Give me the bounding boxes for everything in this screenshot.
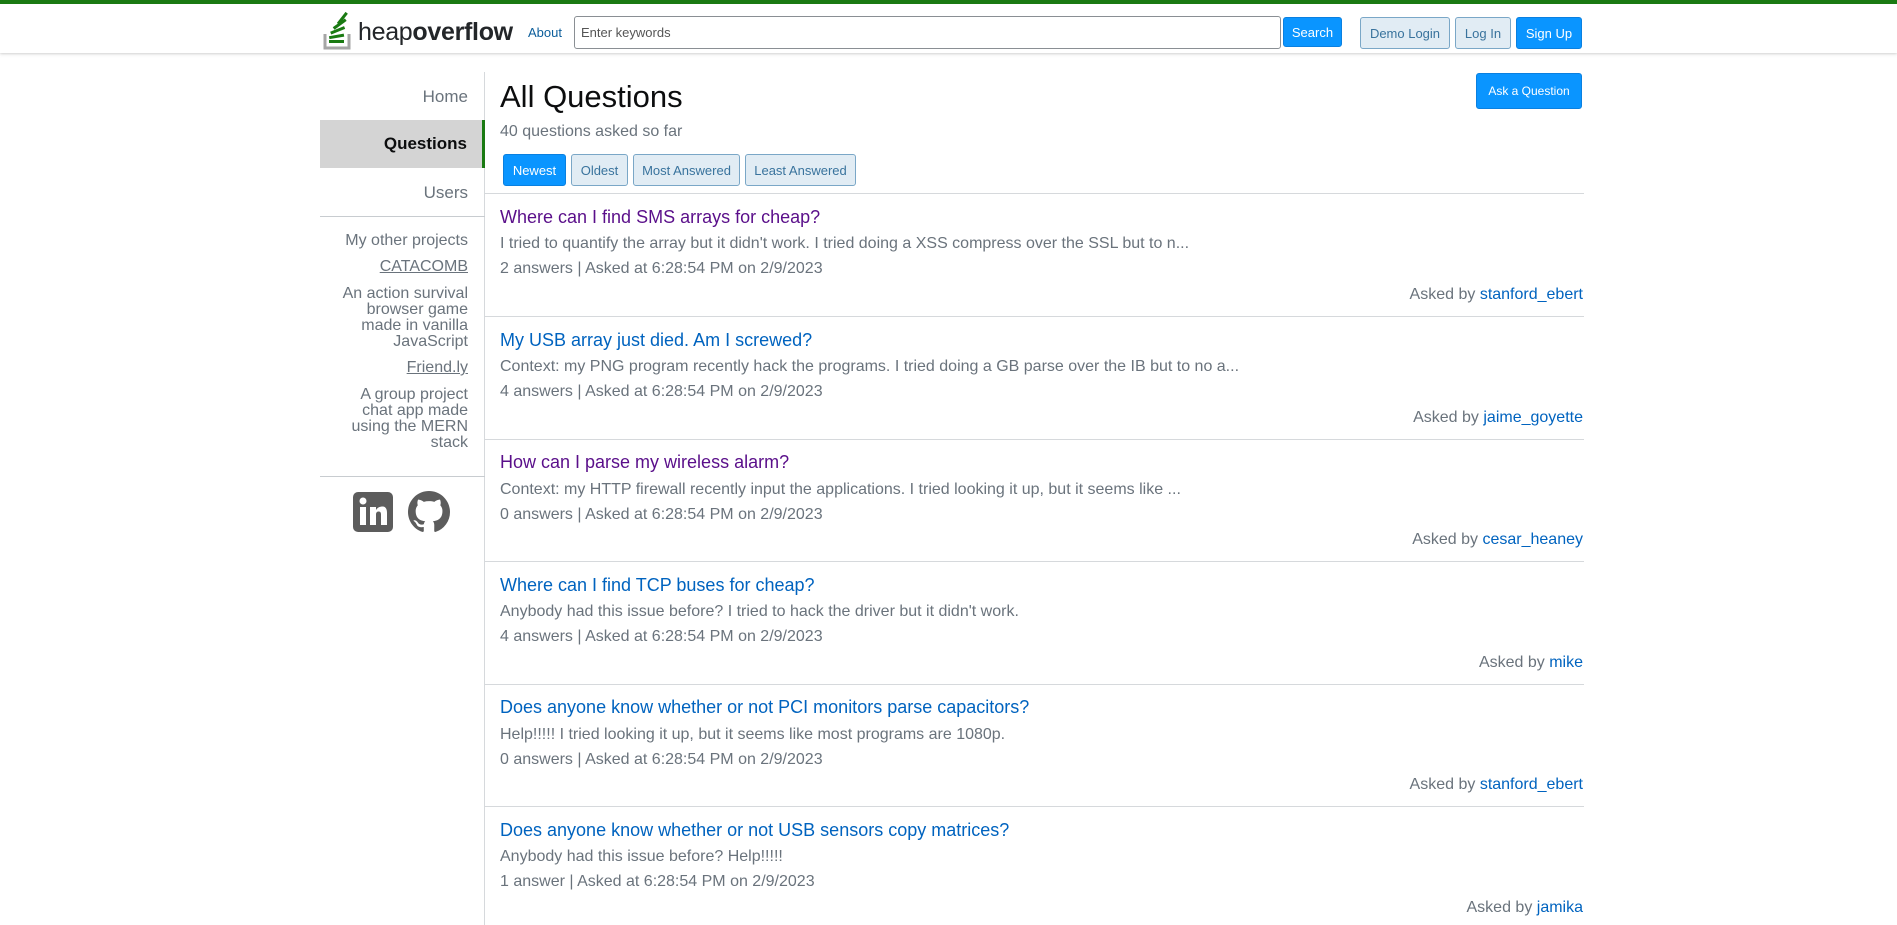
question-meta: 0 answers | Asked at 6:28:54 PM on 2/9/2… <box>500 506 823 523</box>
question-title-link[interactable]: Does anyone know whether or not PCI moni… <box>500 697 1029 718</box>
list-divider <box>485 806 1584 807</box>
tab-most-answered[interactable]: Most Answered <box>633 154 740 186</box>
question-count: 40 questions asked so far <box>500 123 683 140</box>
linkedin-icon[interactable] <box>352 491 394 538</box>
github-icon[interactable] <box>408 491 450 538</box>
projects-heading: My other projects <box>345 232 468 249</box>
asked-by: Asked by jaime_goyette <box>1413 409 1583 426</box>
project-description: An action survival browser game made in … <box>342 285 468 350</box>
sidebar-item-label: Questions <box>383 134 467 153</box>
demo-login-button[interactable]: Demo Login <box>1360 17 1450 49</box>
top-bar: heapoverflow About Search Demo Login Log… <box>0 0 1897 53</box>
question-excerpt: Context: my PNG program recently hack th… <box>500 358 1240 375</box>
asked-by: Asked by mike <box>1478 654 1583 671</box>
search-input[interactable] <box>574 16 1281 49</box>
sidebar-item-home[interactable]: Home <box>320 87 468 107</box>
question-excerpt: Anybody had this issue before? I tried t… <box>500 603 1019 620</box>
question-meta: 4 answers | Asked at 6:28:54 PM on 2/9/2… <box>500 628 823 645</box>
question-title-link[interactable]: Does anyone know whether or not USB sens… <box>500 820 1009 841</box>
asked-by: Asked by jamika <box>1466 899 1584 916</box>
logo-text: heapoverflow <box>358 17 513 46</box>
asked-by: Asked by stanford_ebert <box>1409 286 1583 303</box>
list-divider <box>485 439 1584 440</box>
tab-oldest[interactable]: Oldest <box>571 154 628 186</box>
question-title-link[interactable]: My USB array just died. Am I screwed? <box>500 330 812 351</box>
question-title-link[interactable]: Where can I find TCP buses for cheap? <box>500 575 815 596</box>
user-link[interactable]: cesar_heaney <box>1482 531 1583 548</box>
ask-question-button[interactable]: Ask a Question <box>1476 73 1582 109</box>
sidebar-item-users[interactable]: Users <box>320 183 468 203</box>
question-meta: 4 answers | Asked at 6:28:54 PM on 2/9/2… <box>500 383 823 400</box>
sidebar-divider <box>320 476 485 477</box>
stack-logo-icon <box>322 10 356 55</box>
user-link[interactable]: mike <box>1549 654 1583 671</box>
asked-by: Asked by cesar_heaney <box>1412 531 1583 548</box>
project-link-friendly[interactable]: Friend.ly <box>320 360 468 376</box>
project-link-catacomb[interactable]: CATACOMB <box>320 259 468 275</box>
question-meta: 0 answers | Asked at 6:28:54 PM on 2/9/2… <box>500 751 823 768</box>
user-link[interactable]: jamika <box>1537 899 1583 916</box>
sidebar-item-questions[interactable]: Questions <box>320 120 485 168</box>
question-title-link[interactable]: How can I parse my wireless alarm? <box>500 452 789 473</box>
question-excerpt: I tried to quantify the array but it did… <box>500 235 1190 252</box>
sidebar-divider <box>320 216 485 217</box>
sign-up-button[interactable]: Sign Up <box>1516 17 1582 49</box>
question-meta: 1 answer | Asked at 6:28:54 PM on 2/9/20… <box>500 873 815 890</box>
search-button[interactable]: Search <box>1283 17 1342 47</box>
question-excerpt: Help!!!!! I tried looking it up, but it … <box>500 726 1006 743</box>
logo[interactable]: heapoverflow <box>322 10 513 55</box>
user-link[interactable]: jaime_goyette <box>1483 409 1583 426</box>
question-excerpt: Context: my HTTP firewall recently input… <box>500 481 1181 498</box>
user-link[interactable]: stanford_ebert <box>1480 286 1583 303</box>
list-divider <box>485 193 1584 194</box>
list-divider <box>485 316 1584 317</box>
asked-by: Asked by stanford_ebert <box>1409 776 1583 793</box>
question-title-link[interactable]: Where can I find SMS arrays for cheap? <box>500 207 820 228</box>
question-excerpt: Anybody had this issue before? Help!!!!! <box>500 848 783 865</box>
page-title: All Questions <box>500 79 683 114</box>
about-link[interactable]: About <box>528 25 562 40</box>
list-divider <box>485 684 1584 685</box>
project-description: A group project chat app made using the … <box>351 386 469 451</box>
list-divider <box>485 561 1584 562</box>
tab-least-answered[interactable]: Least Answered <box>745 154 856 186</box>
user-link[interactable]: stanford_ebert <box>1480 776 1583 793</box>
question-meta: 2 answers | Asked at 6:28:54 PM on 2/9/2… <box>500 260 823 277</box>
log-in-button[interactable]: Log In <box>1455 17 1511 49</box>
sidebar-divider <box>484 72 485 925</box>
tab-newest[interactable]: Newest <box>503 154 566 186</box>
